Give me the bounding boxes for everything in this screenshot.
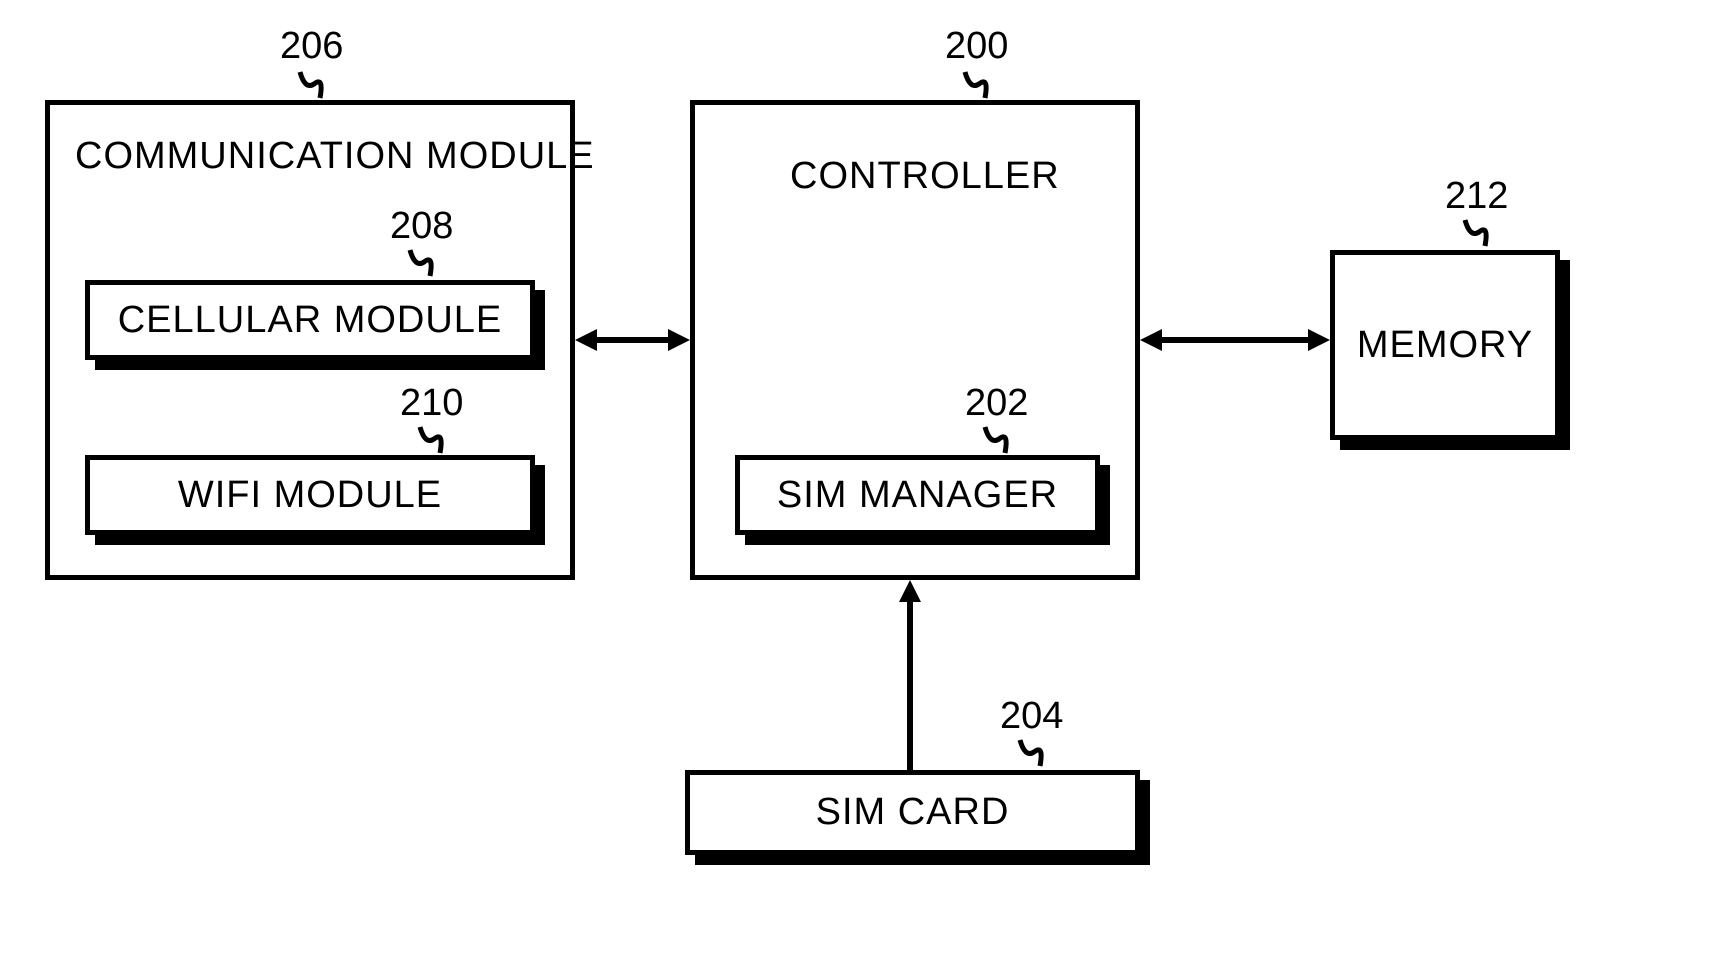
ref-200: 200: [945, 25, 1008, 68]
block-wifi-module: WIFI MODULE: [85, 455, 535, 535]
block-sim-card: SIM CARD: [685, 770, 1140, 855]
lead-210: [420, 427, 460, 457]
block-sim-manager-title: SIM MANAGER: [740, 474, 1095, 517]
ref-202: 202: [965, 382, 1028, 425]
lead-200: [965, 72, 1005, 102]
diagram-canvas: COMMUNICATION MODULE CELLULAR MODULE WIF…: [0, 0, 1725, 966]
lead-206: [300, 72, 340, 102]
block-memory: MEMORY: [1330, 250, 1560, 440]
arrow-simcard-controller: [895, 580, 925, 770]
lead-204: [1020, 740, 1060, 770]
block-communication-module-title: COMMUNICATION MODULE: [75, 135, 595, 178]
lead-202: [985, 427, 1025, 457]
ref-208: 208: [390, 205, 453, 248]
lead-212: [1465, 220, 1505, 250]
arrow-controller-memory: [1140, 325, 1330, 355]
ref-206: 206: [280, 25, 343, 68]
block-memory-title: MEMORY: [1335, 324, 1555, 367]
ref-204: 204: [1000, 695, 1063, 738]
block-cellular-module: CELLULAR MODULE: [85, 280, 535, 360]
block-cellular-module-title: CELLULAR MODULE: [90, 299, 530, 342]
block-sim-card-title: SIM CARD: [690, 791, 1135, 834]
arrow-comm-controller: [575, 325, 690, 355]
lead-208: [410, 250, 450, 280]
block-sim-manager: SIM MANAGER: [735, 455, 1100, 535]
block-wifi-module-title: WIFI MODULE: [90, 474, 530, 517]
ref-212: 212: [1445, 175, 1508, 218]
block-controller-title: CONTROLLER: [790, 155, 1060, 198]
ref-210: 210: [400, 382, 463, 425]
